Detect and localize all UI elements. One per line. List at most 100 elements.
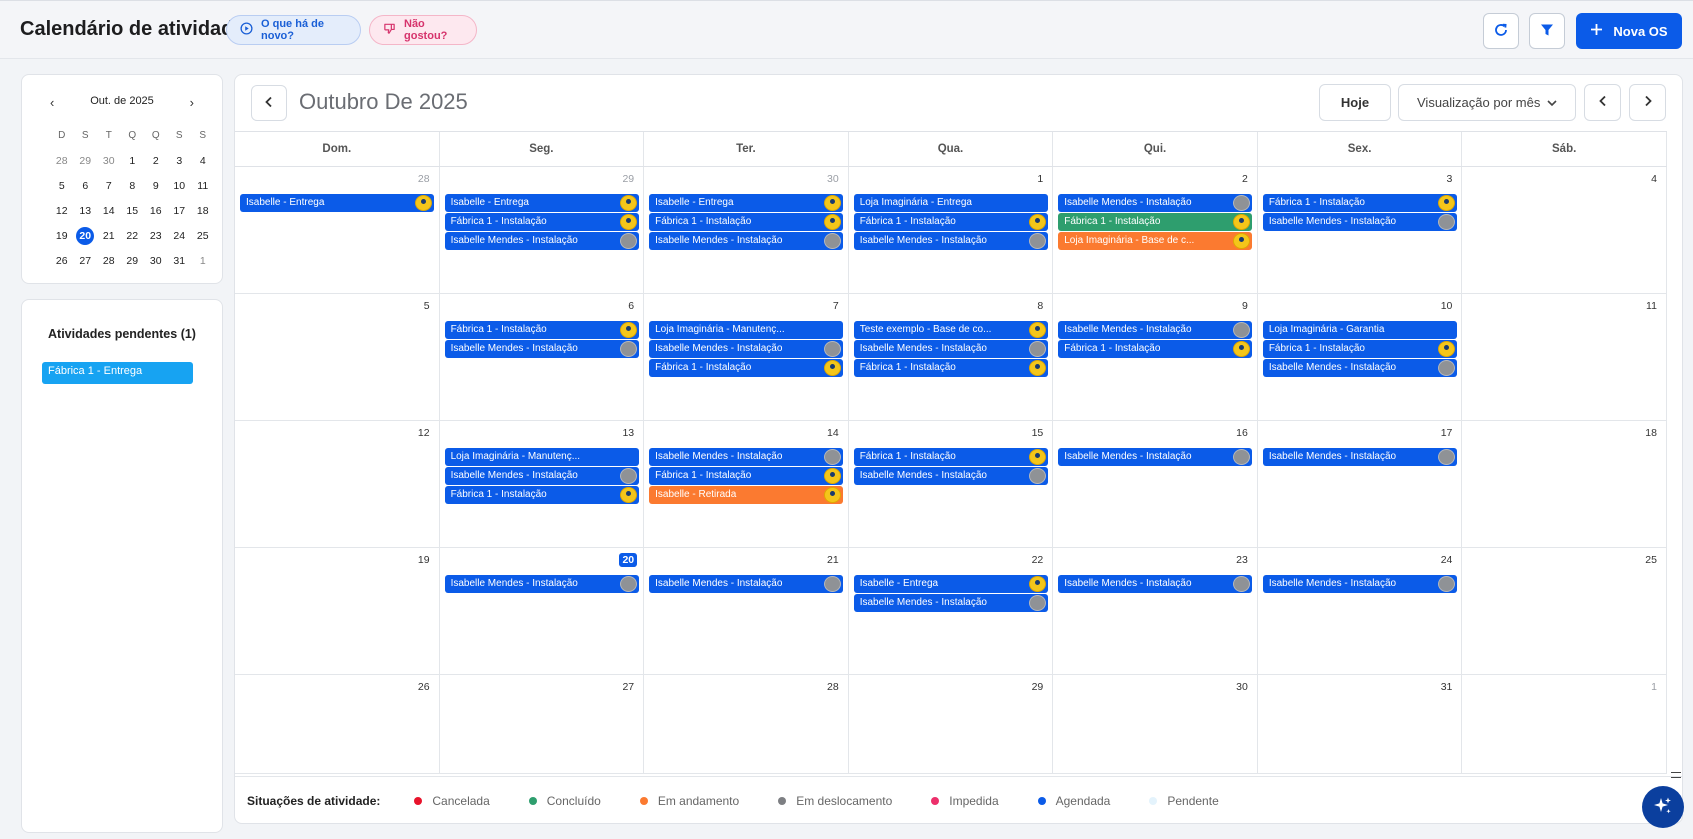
mini-day-cell[interactable]: 15 — [121, 198, 145, 223]
mini-day-cell[interactable]: 26 — [50, 248, 74, 273]
day-cell[interactable]: 8 Teste exemplo - Base de co... Isabelle M… — [849, 294, 1054, 420]
day-cell[interactable]: 29 Isabelle - Entrega Fábrica 1 - Instalaç… — [440, 167, 645, 293]
day-cell[interactable]: 25 — [1462, 548, 1667, 674]
event-chip[interactable]: Isabelle Mendes - Instalação — [444, 575, 639, 593]
event-chip[interactable]: Fábrica 1 - Instalação — [853, 448, 1048, 466]
day-cell[interactable]: 2 Isabelle Mendes - Instalação Fábrica 1 -… — [1053, 167, 1258, 293]
filter-button[interactable] — [1529, 13, 1565, 49]
event-chip[interactable]: Isabelle Mendes - Instalação — [444, 232, 639, 250]
event-chip[interactable]: Teste exemplo - Base de co... — [853, 321, 1048, 339]
whats-new-button[interactable]: O que há de novo? — [226, 15, 361, 45]
mini-day-cell[interactable]: 16 — [144, 198, 168, 223]
day-cell[interactable]: 28 Isabelle - Entrega — [235, 167, 440, 293]
mini-day-cell[interactable]: 21 — [97, 223, 121, 248]
event-chip[interactable]: Isabelle Mendes - Instalação — [1058, 448, 1253, 466]
dislike-button[interactable]: Não gostou? — [369, 15, 477, 45]
day-cell[interactable]: 16 Isabelle Mendes - Instalação — [1053, 421, 1258, 547]
mini-day-cell[interactable]: 20 — [74, 223, 98, 248]
event-chip[interactable]: Isabelle Mendes - Instalação — [1262, 213, 1457, 231]
mini-day-cell[interactable]: 28 — [50, 148, 74, 173]
mini-day-cell[interactable]: 30 — [97, 148, 121, 173]
day-cell[interactable]: 30 Isabelle - Entrega Fábrica 1 - Instalaç… — [644, 167, 849, 293]
event-chip[interactable]: Loja Imaginária - Base de c... — [1058, 232, 1253, 250]
mini-day-cell[interactable]: 5 — [50, 173, 74, 198]
day-cell[interactable]: 14 Isabelle Mendes - Instalação Fábrica 1 … — [644, 421, 849, 547]
event-chip[interactable]: Isabelle Mendes - Instalação — [649, 232, 844, 250]
today-button[interactable]: Hoje — [1319, 84, 1391, 121]
day-cell[interactable]: 29 — [849, 675, 1054, 773]
pending-activity-item[interactable]: Fábrica 1 - Entrega — [42, 362, 193, 384]
event-chip[interactable]: Fábrica 1 - Instalação — [853, 213, 1048, 231]
event-chip[interactable]: Fábrica 1 - Instalação — [444, 321, 639, 339]
event-chip[interactable]: Fábrica 1 - Instalação — [853, 359, 1048, 377]
view-mode-select[interactable]: Visualização por mês — [1398, 84, 1576, 121]
day-cell[interactable]: 18 — [1462, 421, 1667, 547]
event-chip[interactable]: Isabelle Mendes - Instalação — [649, 340, 844, 358]
day-cell[interactable]: 5 — [235, 294, 440, 420]
event-chip[interactable]: Isabelle - Entrega — [444, 194, 639, 212]
event-chip[interactable]: Fábrica 1 - Instalação — [649, 467, 844, 485]
mini-day-cell[interactable]: 22 — [121, 223, 145, 248]
mini-day-cell[interactable]: 19 — [50, 223, 74, 248]
day-cell[interactable]: 21 Isabelle Mendes - Instalação — [644, 548, 849, 674]
day-cell[interactable]: 19 — [235, 548, 440, 674]
event-chip[interactable]: Isabelle Mendes - Instalação — [1262, 359, 1457, 377]
previous-month-button[interactable] — [1584, 84, 1621, 121]
mini-day-cell[interactable]: 6 — [74, 173, 98, 198]
event-chip[interactable]: Isabelle Mendes - Instalação — [1058, 321, 1253, 339]
day-cell[interactable]: 9 Isabelle Mendes - Instalação Fábrica 1 -… — [1053, 294, 1258, 420]
new-os-button[interactable]: Nova OS — [1576, 13, 1682, 49]
day-cell[interactable]: 3 Fábrica 1 - Instalação Isabelle Mendes -… — [1258, 167, 1463, 293]
mini-day-cell[interactable]: 3 — [168, 148, 192, 173]
mini-day-cell[interactable]: 24 — [168, 223, 192, 248]
day-cell[interactable]: 1 Loja Imaginária - Entrega Fábrica 1 - In… — [849, 167, 1054, 293]
day-cell[interactable]: 28 — [644, 675, 849, 773]
mini-day-cell[interactable]: 17 — [168, 198, 192, 223]
ai-assistant-button[interactable] — [1642, 786, 1684, 828]
mini-day-cell[interactable]: 29 — [74, 148, 98, 173]
event-chip[interactable]: Fábrica 1 - Instalação — [444, 213, 639, 231]
mini-day-cell[interactable]: 7 — [97, 173, 121, 198]
event-chip[interactable]: Isabelle Mendes - Instalação — [1058, 575, 1253, 593]
day-cell[interactable]: 23 Isabelle Mendes - Instalação — [1053, 548, 1258, 674]
event-chip[interactable]: Isabelle Mendes - Instalação — [444, 467, 639, 485]
event-chip[interactable]: Fábrica 1 - Instalação — [444, 486, 639, 504]
mini-day-cell[interactable]: 25 — [191, 223, 215, 248]
day-cell[interactable]: 30 — [1053, 675, 1258, 773]
day-cell[interactable]: 27 — [440, 675, 645, 773]
event-chip[interactable]: Fábrica 1 - Instalação — [1262, 194, 1457, 212]
day-cell[interactable]: 15 Fábrica 1 - Instalação Isabelle Mendes … — [849, 421, 1054, 547]
event-chip[interactable]: Isabelle Mendes - Instalação — [853, 232, 1048, 250]
mini-day-cell[interactable]: 28 — [97, 248, 121, 273]
mini-day-cell[interactable]: 12 — [50, 198, 74, 223]
mini-day-cell[interactable]: 29 — [121, 248, 145, 273]
event-chip[interactable]: Isabelle - Entrega — [853, 575, 1048, 593]
mini-day-cell[interactable]: 31 — [168, 248, 192, 273]
event-chip[interactable]: Isabelle Mendes - Instalação — [853, 467, 1048, 485]
event-chip[interactable]: Fábrica 1 - Instalação — [649, 213, 844, 231]
mini-day-cell[interactable]: 11 — [191, 173, 215, 198]
day-cell[interactable]: 6 Fábrica 1 - Instalação Isabelle Mendes -… — [440, 294, 645, 420]
day-cell[interactable]: 17 Isabelle Mendes - Instalação — [1258, 421, 1463, 547]
event-chip[interactable]: Isabelle Mendes - Instalação — [1262, 575, 1457, 593]
mini-day-cell[interactable]: 2 — [144, 148, 168, 173]
mini-prev-month-icon[interactable]: ‹ — [50, 95, 54, 110]
event-chip[interactable]: Loja Imaginária - Manutenç... — [649, 321, 844, 339]
event-chip[interactable]: Isabelle Mendes - Instalação — [1262, 448, 1457, 466]
event-chip[interactable]: Fábrica 1 - Instalação — [1262, 340, 1457, 358]
event-chip[interactable]: Isabelle Mendes - Instalação — [1058, 194, 1253, 212]
event-chip[interactable]: Loja Imaginária - Garantia — [1262, 321, 1457, 339]
event-chip[interactable]: Fábrica 1 - Instalação — [1058, 213, 1253, 231]
day-cell[interactable]: 10 Loja Imaginária - Garantia Fábrica 1 - … — [1258, 294, 1463, 420]
mini-day-cell[interactable]: 13 — [74, 198, 98, 223]
mini-day-cell[interactable]: 10 — [168, 173, 192, 198]
day-cell[interactable]: 22 Isabelle - Entrega Isabelle Mendes - In… — [849, 548, 1054, 674]
day-cell[interactable]: 13 Loja Imaginária - Manutenç... Isabelle … — [440, 421, 645, 547]
event-chip[interactable]: Isabelle Mendes - Instalação — [853, 594, 1048, 612]
next-month-button[interactable] — [1629, 84, 1666, 121]
event-chip[interactable]: Isabelle - Entrega — [240, 194, 434, 212]
mini-day-cell[interactable]: 1 — [191, 248, 215, 273]
refresh-button[interactable] — [1483, 13, 1519, 49]
event-chip[interactable]: Isabelle Mendes - Instalação — [444, 340, 639, 358]
event-chip[interactable]: Fábrica 1 - Instalação — [649, 359, 844, 377]
